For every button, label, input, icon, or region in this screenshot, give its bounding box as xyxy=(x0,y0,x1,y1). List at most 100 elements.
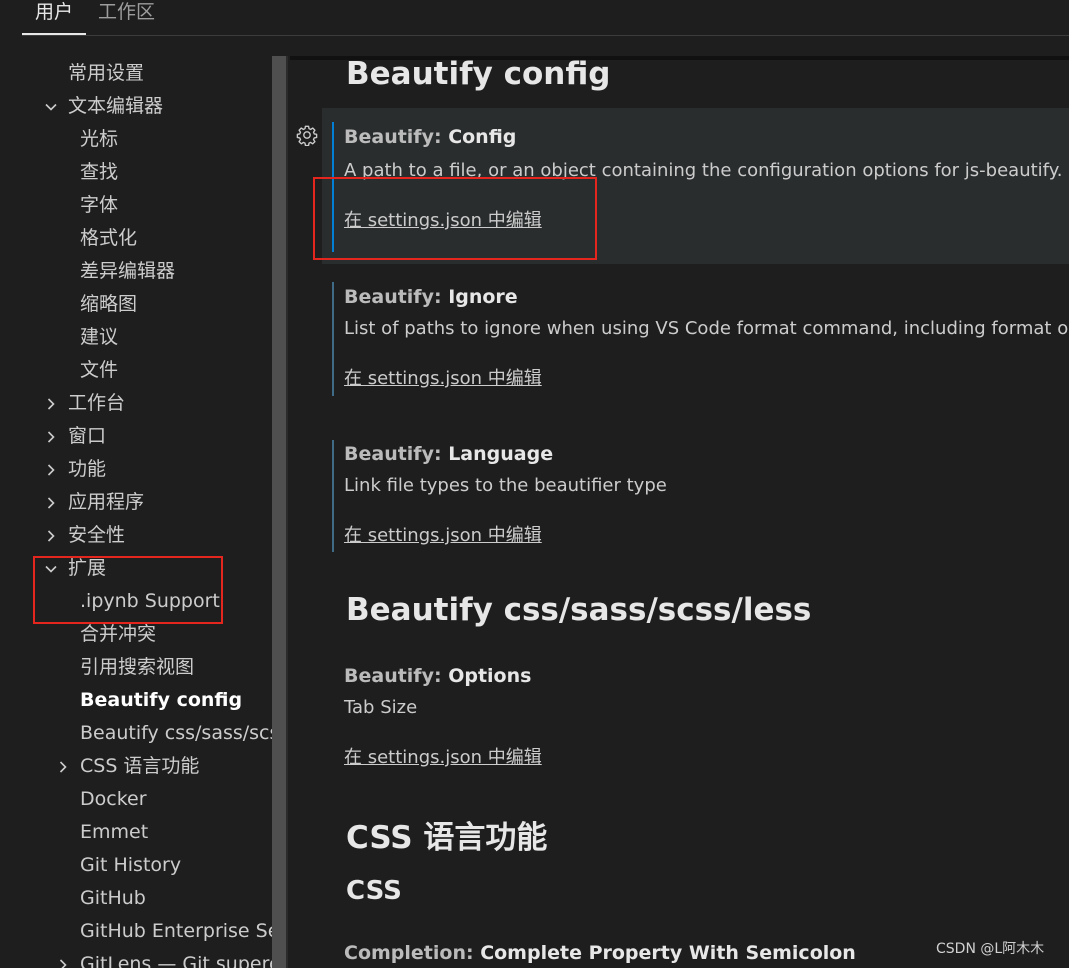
toc-item-window[interactable]: 窗口 xyxy=(0,420,272,453)
setting-title: Beautify: Ignore xyxy=(344,286,518,308)
toc-scrollbar-thumb[interactable] xyxy=(272,56,286,968)
setting-beautify-ignore[interactable]: Beautify: Ignore List of paths to ignore… xyxy=(322,282,1069,396)
chevron-right-icon[interactable] xyxy=(44,463,58,477)
toc-item-files[interactable]: 文件 xyxy=(0,354,272,387)
toc-item-github[interactable]: GitHub xyxy=(0,882,272,915)
toc-item-label: 格式化 xyxy=(80,227,138,249)
toc-item-emmet[interactable]: Emmet xyxy=(0,816,272,849)
setting-key: Options xyxy=(448,665,532,687)
chevron-right-icon[interactable] xyxy=(44,496,58,510)
toc-item-security[interactable]: 安全性 xyxy=(0,519,272,552)
toc-item-label: CSS 语言功能 xyxy=(80,755,200,777)
toc-item-label: Emmet xyxy=(80,821,149,843)
toc-item-application[interactable]: 应用程序 xyxy=(0,486,272,519)
setting-category: Beautify: xyxy=(344,443,449,465)
setting-indicator xyxy=(332,282,334,396)
section-title-beautify-css: Beautify css/sass/scss/less xyxy=(346,592,812,628)
toc-item-label: 建议 xyxy=(80,326,119,348)
toc-item-references-view[interactable]: 引用搜索视图 xyxy=(0,651,272,684)
toc-item-workbench[interactable]: 工作台 xyxy=(0,387,272,420)
chevron-down-icon[interactable] xyxy=(44,100,58,114)
setting-category: Completion: xyxy=(344,942,481,964)
scroll-shadow xyxy=(290,56,1069,60)
toc-item-label: 应用程序 xyxy=(68,491,145,513)
gear-icon[interactable] xyxy=(296,124,318,146)
chevron-right-icon[interactable] xyxy=(44,397,58,411)
setting-key: Complete Property With Semicolon xyxy=(480,942,856,964)
watermark: CSDN @L阿木木 xyxy=(936,941,1045,957)
chevron-right-icon[interactable] xyxy=(44,529,58,543)
toc-item-formatting[interactable]: 格式化 xyxy=(0,222,272,255)
toc-item-docker[interactable]: Docker xyxy=(0,783,272,816)
setting-description: List of paths to ignore when using VS Co… xyxy=(344,318,1069,339)
toc-item-font[interactable]: 字体 xyxy=(0,189,272,222)
toc-item-gitlens[interactable]: GitLens — Git superch... xyxy=(0,948,272,968)
setting-description: Tab Size xyxy=(344,697,418,718)
toc-item-label: Docker xyxy=(80,788,147,810)
settings-editor: 用户 工作区 常用设置 文本编辑器 光标 查找 字体 格式化 差异编辑器 缩略图… xyxy=(0,0,1069,968)
section-title-css-language: CSS 语言功能 xyxy=(346,820,548,856)
toc-item-github-enterprise[interactable]: GitHub Enterprise Ser... xyxy=(0,915,272,948)
toc-item-label: 缩略图 xyxy=(80,293,138,315)
toc-item-cursor[interactable]: 光标 xyxy=(0,123,272,156)
chevron-right-icon[interactable] xyxy=(44,430,58,444)
setting-category: Beautify: xyxy=(344,126,449,148)
tab-user[interactable]: 用户 xyxy=(35,0,73,34)
toc-item-find[interactable]: 查找 xyxy=(0,156,272,189)
toc-item-label: 差异编辑器 xyxy=(80,260,176,282)
toc-item-label: 引用搜索视图 xyxy=(80,656,195,678)
setting-beautify-options[interactable]: Beautify: Options Tab Size 在 settings.js… xyxy=(322,660,1069,772)
toc-item-label: 安全性 xyxy=(68,524,126,546)
toc-item-label: 查找 xyxy=(80,161,119,183)
toc-item-label: GitLens — Git superch... xyxy=(80,953,272,968)
toc-item-git-history[interactable]: Git History xyxy=(0,849,272,882)
tabs-divider xyxy=(22,35,1069,36)
chevron-right-icon[interactable] xyxy=(56,958,70,968)
highlight-box-extensions xyxy=(33,556,223,624)
toc-item-minimap[interactable]: 缩略图 xyxy=(0,288,272,321)
setting-title: Beautify: Config xyxy=(344,126,516,148)
toc-item-label: 文件 xyxy=(80,359,119,381)
toc-item-label: Git History xyxy=(80,854,182,876)
toc-item-label: 功能 xyxy=(68,458,107,480)
settings-scope-tabs: 用户 工作区 xyxy=(0,0,1069,36)
toc-item-label: 文本编辑器 xyxy=(68,95,164,117)
section-title-beautify-config: Beautify config xyxy=(346,56,611,92)
setting-title: Beautify: Language xyxy=(344,443,553,465)
toc-item-label: GitHub xyxy=(80,887,146,909)
setting-description: Link file types to the beautifier type xyxy=(344,475,667,496)
toc-item-label: 窗口 xyxy=(68,425,107,447)
setting-beautify-language[interactable]: Beautify: Language Link file types to th… xyxy=(322,440,1069,552)
toc-item-label: 字体 xyxy=(80,194,119,216)
setting-indicator xyxy=(332,440,334,552)
toc-item-label: 常用设置 xyxy=(68,62,145,84)
edit-in-settings-json-link[interactable]: 在 settings.json 中编辑 xyxy=(344,521,542,547)
highlight-box-edit-link xyxy=(313,177,597,260)
edit-in-settings-json-link[interactable]: 在 settings.json 中编辑 xyxy=(344,364,542,390)
settings-toc: 常用设置 文本编辑器 光标 查找 字体 格式化 差异编辑器 缩略图 建议 文件 … xyxy=(0,56,272,968)
setting-key: Language xyxy=(448,443,554,465)
toc-item-label: GitHub Enterprise Ser... xyxy=(80,920,272,942)
setting-key: Config xyxy=(448,126,517,148)
toc-item-label: 光标 xyxy=(80,128,119,150)
setting-title: Completion: Complete Property With Semic… xyxy=(344,942,856,964)
section-title-css: CSS xyxy=(346,876,402,906)
toc-item-diff-editor[interactable]: 差异编辑器 xyxy=(0,255,272,288)
toc-item-beautify-config[interactable]: Beautify config xyxy=(0,684,272,717)
toc-item-css-language[interactable]: CSS 语言功能 xyxy=(0,750,272,783)
toc-item-label: 工作台 xyxy=(68,392,126,414)
setting-category: Beautify: xyxy=(344,286,449,308)
setting-category: Beautify: xyxy=(344,665,449,687)
chevron-right-icon[interactable] xyxy=(56,760,70,774)
toc-item-suggestions[interactable]: 建议 xyxy=(0,321,272,354)
toc-item-common[interactable]: 常用设置 xyxy=(0,57,272,90)
toc-item-beautify-css[interactable]: Beautify css/sass/scss/... xyxy=(0,717,272,750)
toc-item-label: Beautify css/sass/scss/... xyxy=(80,722,272,744)
edit-in-settings-json-link[interactable]: 在 settings.json 中编辑 xyxy=(344,743,542,769)
setting-key: Ignore xyxy=(448,286,518,308)
toc-item-features[interactable]: 功能 xyxy=(0,453,272,486)
tab-workspace[interactable]: 工作区 xyxy=(98,0,155,34)
toc-item-label: Beautify config xyxy=(80,689,243,711)
toc-item-text-editor[interactable]: 文本编辑器 xyxy=(0,90,272,123)
setting-title: Beautify: Options xyxy=(344,665,531,687)
